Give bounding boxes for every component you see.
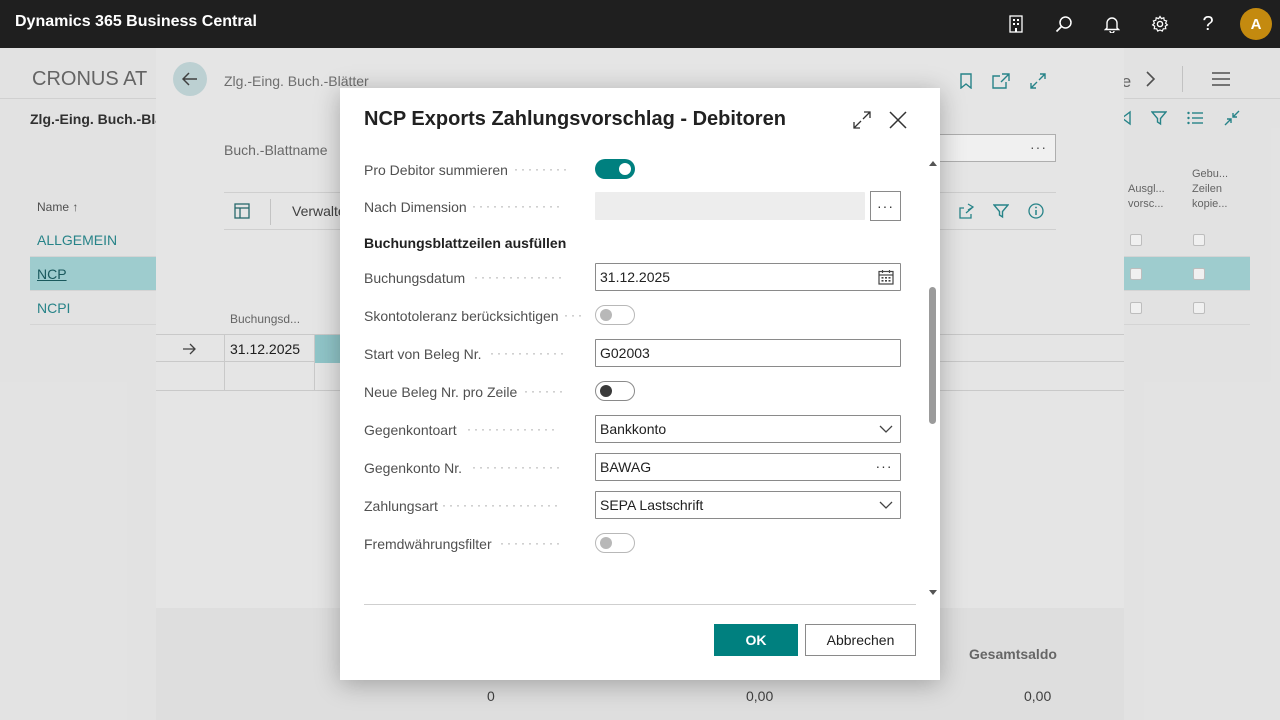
field-label-text: Gegenkontoart <box>364 422 457 438</box>
start-beleg-label: Start von Beleg Nr. ··········· <box>364 346 567 362</box>
pro-debitor-row: Pro Debitor summieren ········ <box>364 155 904 185</box>
gegenkontoart-label: Gegenkontoart ············· <box>364 422 558 438</box>
start-beleg-field[interactable]: G02003 <box>595 339 901 367</box>
ok-button[interactable]: OK <box>714 624 798 656</box>
assist-edit-button[interactable]: ··· <box>870 191 901 221</box>
field-label-text: Gegenkonto Nr. <box>364 460 463 476</box>
toggle-knob <box>600 385 612 397</box>
buchungsdatum-row: Buchungsdatum ············· 31.12.2025 <box>364 263 904 293</box>
gegenkontoart-select[interactable]: Bankkonto <box>595 415 901 443</box>
zahlungsart-label: Zahlungsart ················· <box>364 498 561 514</box>
field-label-text: Buchungsdatum <box>364 270 466 286</box>
nach-dimension-row: Nach Dimension ············· ··· <box>364 191 904 222</box>
app-bar: Dynamics 365 Business Central ? A <box>0 0 1280 48</box>
report-request-dialog: NCP Exports Zahlungsvorschlag - Debitore… <box>340 88 940 680</box>
gegenkonto-nr-label: Gegenkonto Nr. ············· <box>364 460 563 476</box>
skonto-label: Skontotoleranz berücksichtigen ··· <box>364 308 585 324</box>
nach-dimension-label: Nach Dimension ············· <box>364 199 563 215</box>
chevron-down-icon[interactable] <box>878 497 894 513</box>
field-value: Bankkonto <box>600 421 667 437</box>
skonto-toggle[interactable] <box>595 305 635 325</box>
neue-beleg-label: Neue Beleg Nr. pro Zeile ······ <box>364 384 566 400</box>
zahlungsart-select[interactable]: SEPA Lastschrift <box>595 491 901 519</box>
assist-edit-icon[interactable]: ··· <box>874 458 894 474</box>
search-icon[interactable] <box>1052 12 1076 36</box>
buchungsdatum-label: Buchungsdatum ············· <box>364 270 565 286</box>
field-value: G02003 <box>600 345 650 361</box>
zahlungsart-row: Zahlungsart ················· SEPA Lastsc… <box>364 491 904 521</box>
neue-beleg-toggle[interactable] <box>595 381 635 401</box>
gegenkontoart-row: Gegenkontoart ············· Bankkonto <box>364 415 904 445</box>
field-label-text: Fremdwährungsfilter <box>364 536 492 552</box>
scrollbar-thumb[interactable] <box>929 287 936 424</box>
field-label-text: Skontotoleranz berücksichtigen <box>364 308 559 324</box>
scroll-down-icon[interactable] <box>928 588 938 598</box>
gegenkonto-nr-field[interactable]: BAWAG ··· <box>595 453 901 481</box>
bell-icon[interactable] <box>1100 12 1124 36</box>
skonto-row: Skontotoleranz berücksichtigen ··· <box>364 301 904 331</box>
app-title: Dynamics 365 Business Central <box>15 13 257 30</box>
section-title: Buchungsblattzeilen ausfüllen <box>364 235 567 251</box>
fremdwaehrung-toggle[interactable] <box>595 533 635 553</box>
gear-icon[interactable] <box>1148 12 1172 36</box>
chevron-down-icon[interactable] <box>878 421 894 437</box>
fremdwaehrung-label: Fremdwährungsfilter ········· <box>364 536 563 552</box>
field-label-text: Neue Beleg Nr. pro Zeile <box>364 384 518 400</box>
field-value: SEPA Lastschrift <box>600 497 704 513</box>
toggle-knob <box>600 309 612 321</box>
divider <box>364 604 916 605</box>
field-label-text: Pro Debitor summieren <box>364 162 508 178</box>
dialog-title: NCP Exports Zahlungsvorschlag - Debitore… <box>364 108 786 130</box>
field-label-text: Start von Beleg Nr. <box>364 346 482 362</box>
field-label-text: Zahlungsart <box>364 498 438 514</box>
pro-debitor-label: Pro Debitor summieren ········ <box>364 162 570 178</box>
fremdwaehrung-row: Fremdwährungsfilter ········· <box>364 529 904 559</box>
scroll-up-icon[interactable] <box>928 158 938 168</box>
pro-debitor-toggle[interactable] <box>595 159 635 179</box>
help-icon[interactable]: ? <box>1196 12 1220 36</box>
expand-icon[interactable] <box>850 108 874 132</box>
user-avatar[interactable]: A <box>1240 8 1272 40</box>
calendar-icon[interactable] <box>878 269 894 285</box>
close-icon[interactable] <box>886 108 910 132</box>
gegenkonto-nr-row: Gegenkonto Nr. ············· BAWAG ··· <box>364 453 904 483</box>
nach-dimension-field[interactable] <box>595 192 865 220</box>
company-icon[interactable] <box>1004 12 1028 36</box>
field-value: BAWAG <box>600 459 652 475</box>
cancel-button[interactable]: Abbrechen <box>805 624 916 656</box>
buchungsdatum-field[interactable]: 31.12.2025 <box>595 263 901 291</box>
toggle-knob <box>600 537 612 549</box>
toggle-knob <box>619 163 631 175</box>
field-label-text: Nach Dimension <box>364 199 467 215</box>
field-value: 31.12.2025 <box>600 269 671 285</box>
neue-beleg-row: Neue Beleg Nr. pro Zeile ······ <box>364 377 904 407</box>
start-beleg-row: Start von Beleg Nr. ··········· G02003 <box>364 339 904 369</box>
